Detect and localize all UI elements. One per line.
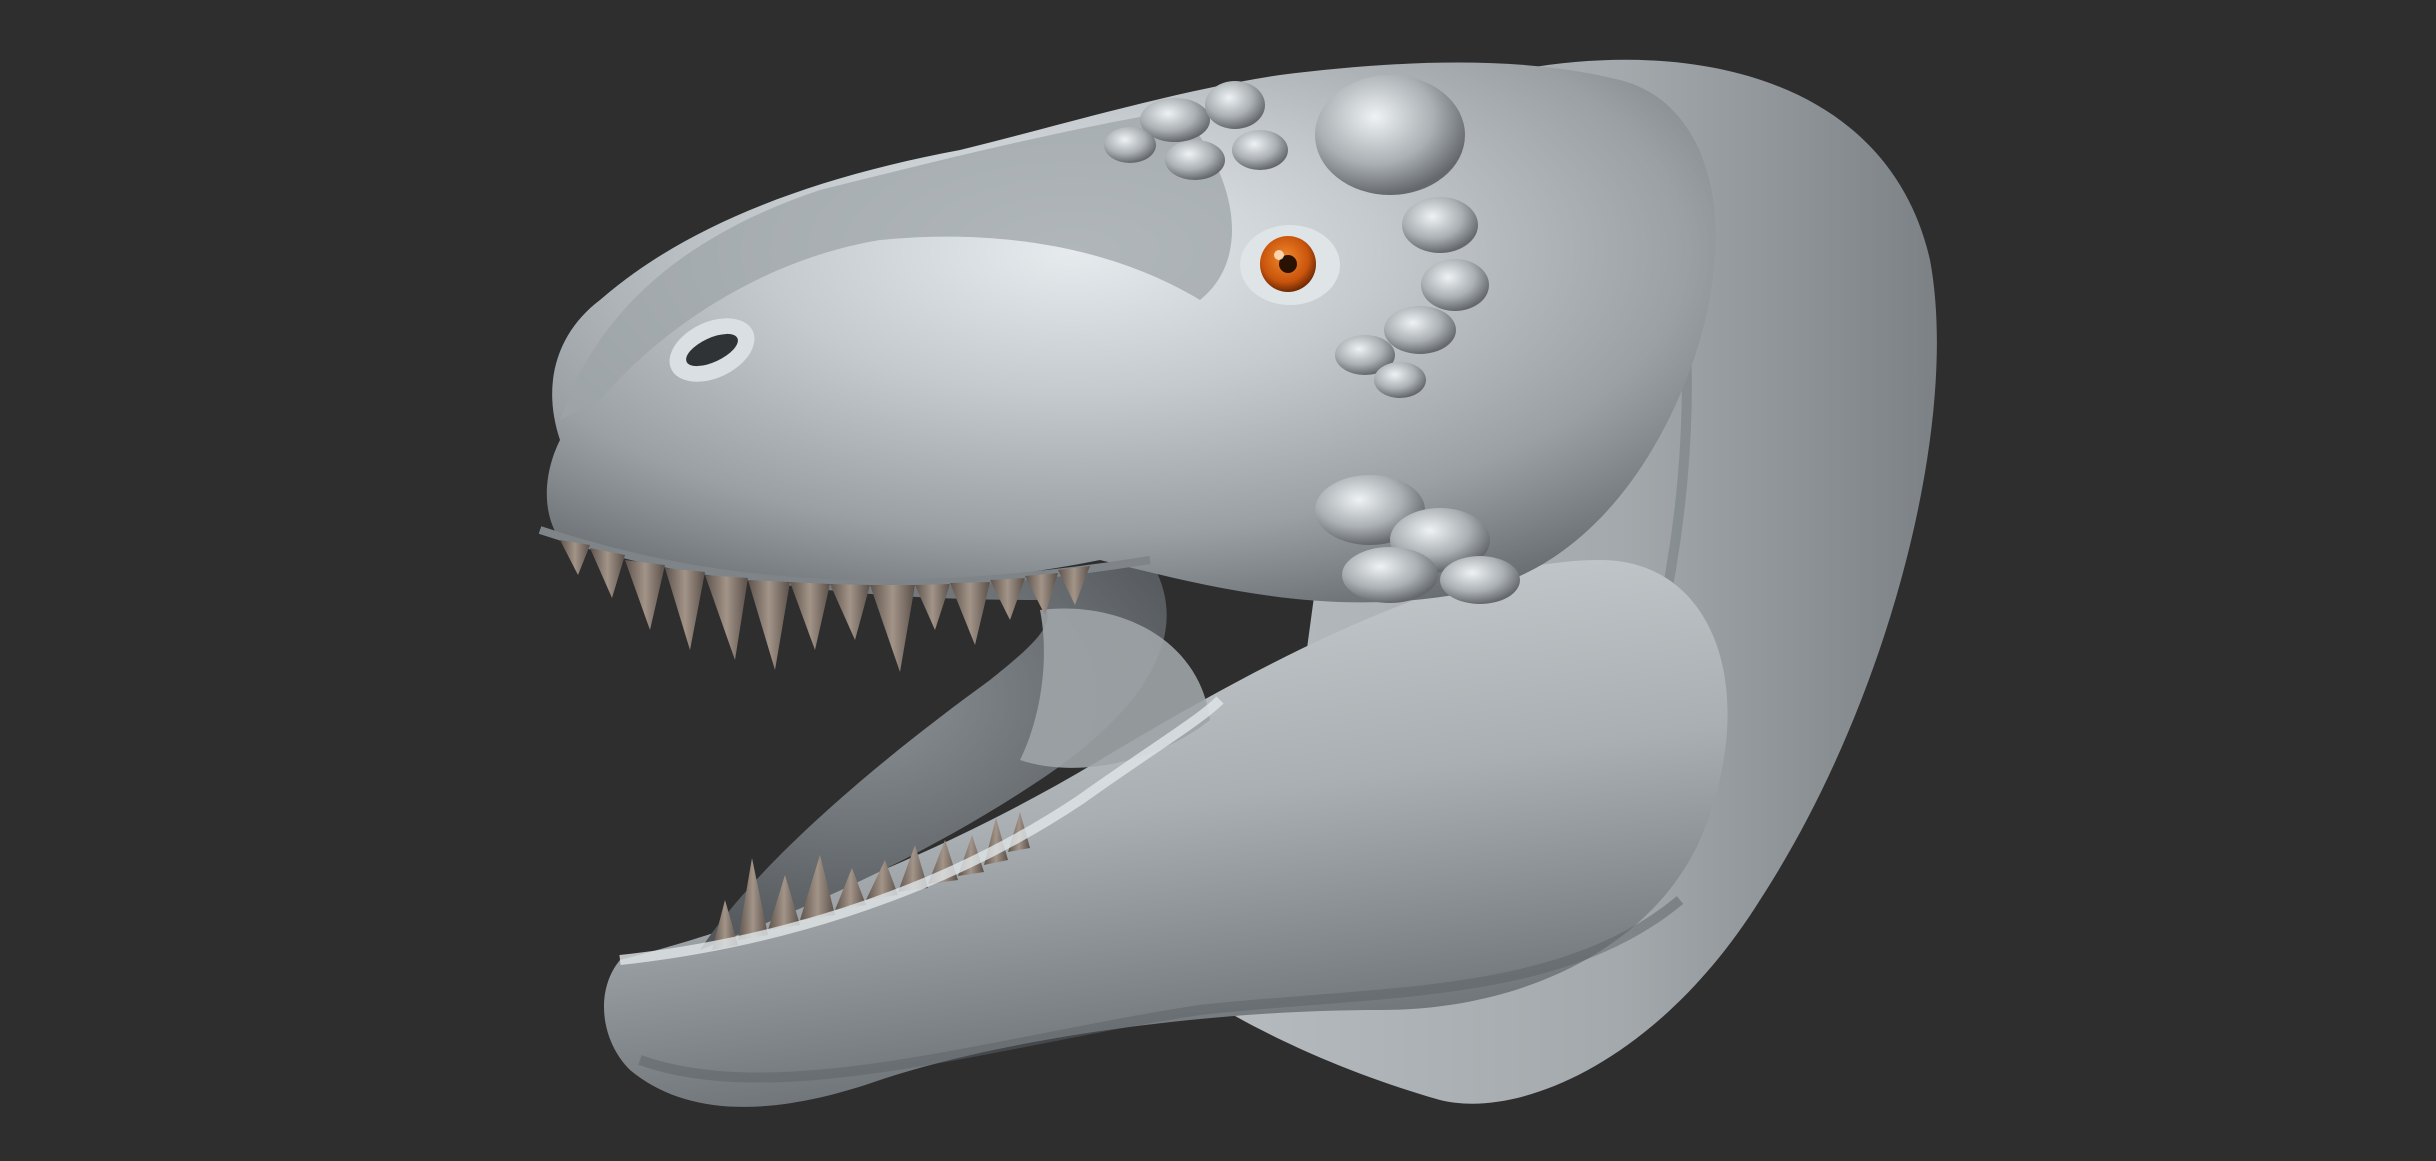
eye-highlight [1274,250,1284,260]
render-viewport [0,0,2436,1161]
dinosaur-head-render [538,59,1937,1107]
